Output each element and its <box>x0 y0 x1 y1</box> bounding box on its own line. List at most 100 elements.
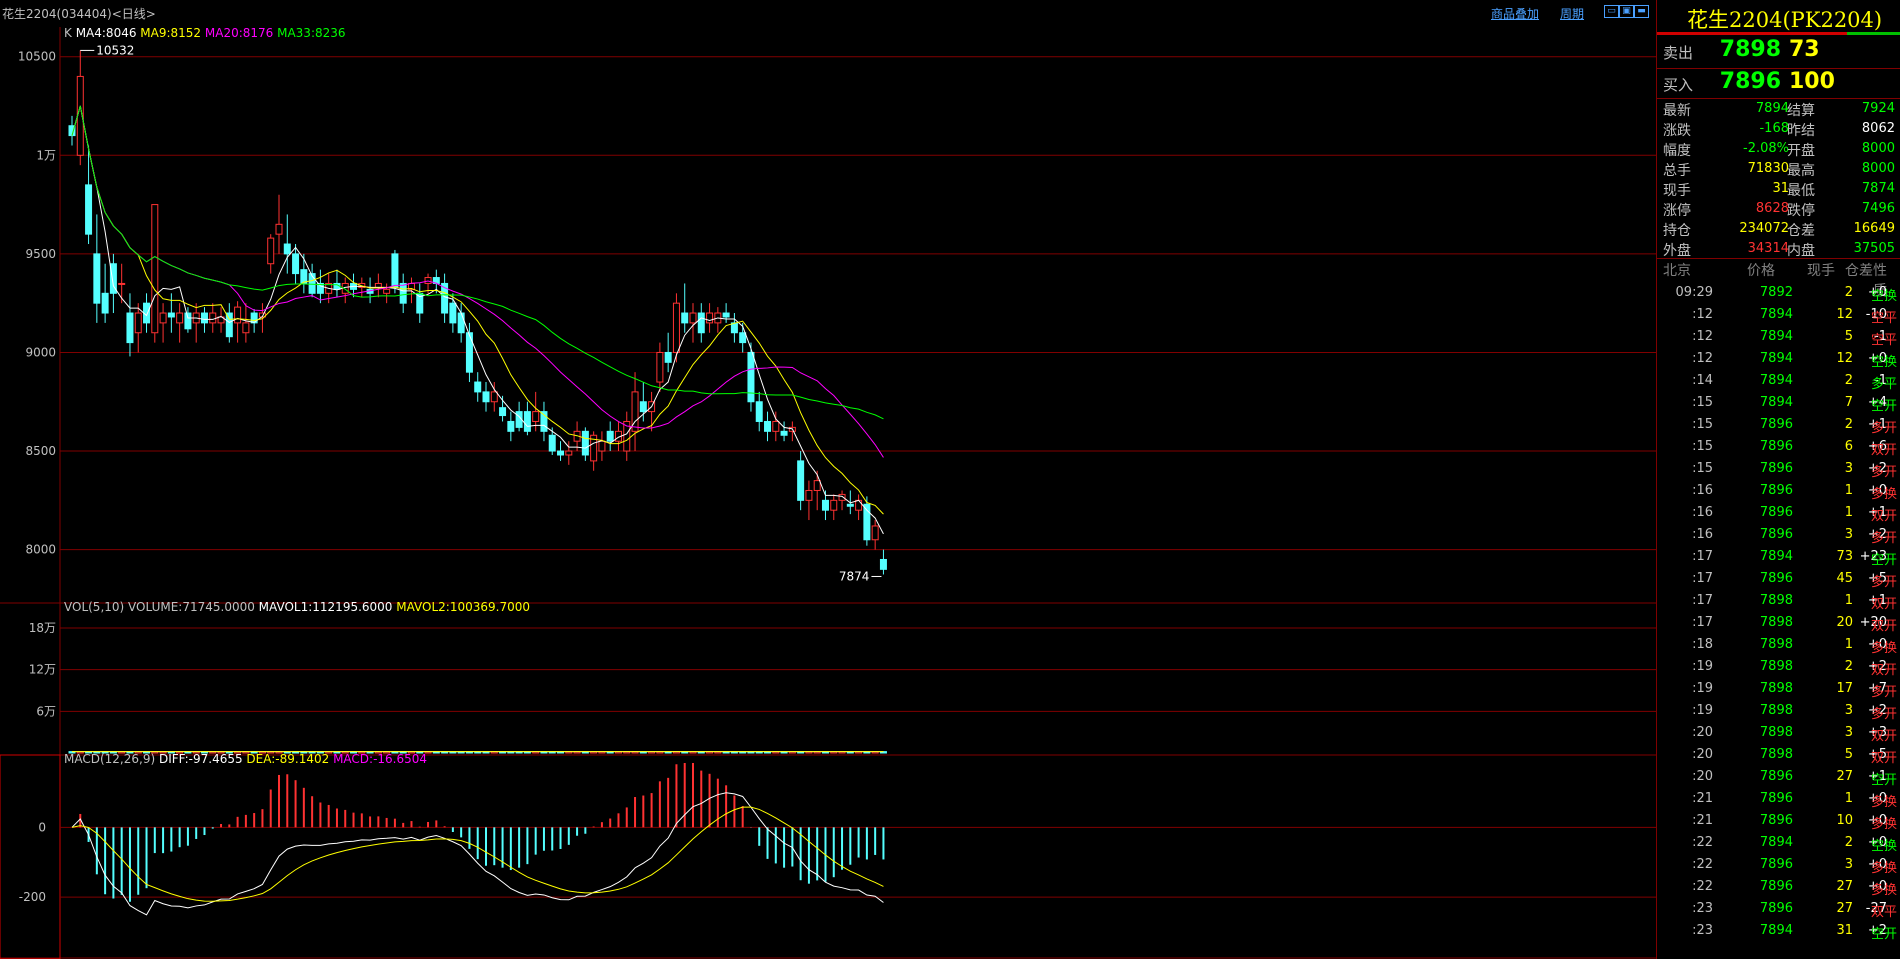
candle-body <box>871 525 879 541</box>
candle-body <box>457 312 465 334</box>
tick-hand: 12 <box>1836 351 1853 366</box>
candle-body <box>697 312 705 334</box>
candle-body <box>134 312 142 334</box>
tick-row[interactable]: :17 7898 20 +20 双开 <box>1657 612 1900 634</box>
tick-row[interactable]: :15 7894 7 +4 空开 <box>1657 392 1900 414</box>
candle-body <box>846 503 854 507</box>
tick-row[interactable]: :21 7896 1 +0 多换 <box>1657 788 1900 810</box>
candlestick-panel[interactable]: 10532 7874 <box>68 43 887 583</box>
macd-tick-label: -200 <box>19 890 46 904</box>
tick-row[interactable]: :16 7896 1 +0 多换 <box>1657 480 1900 502</box>
candle-body <box>234 306 242 324</box>
quote-label: 幅度 <box>1663 143 1691 159</box>
candle-body <box>855 499 863 511</box>
divider <box>1657 98 1900 99</box>
macd-panel[interactable] <box>71 762 885 916</box>
tick-nature: 双开 <box>1871 443 1898 458</box>
tick-row[interactable]: :21 7896 10 +0 多换 <box>1657 810 1900 832</box>
tick-row[interactable]: :23 7894 31 +2 空开 <box>1657 920 1900 942</box>
tick-nature: 多换 <box>1871 861 1898 876</box>
tick-price: 7896 <box>1759 461 1793 476</box>
tick-price: 7898 <box>1759 703 1793 718</box>
k-tick-label: 8500 <box>25 444 56 458</box>
overlay-link[interactable]: 商品叠加 <box>1491 5 1539 22</box>
tick-time: :17 <box>1692 549 1713 564</box>
candle-body <box>209 312 217 324</box>
chart-area[interactable]: 10500 1万 9500 9000 8500 8000 18万 12万 6万 0 -200 105… <box>0 27 1656 959</box>
tick-row[interactable]: :22 7896 27 +0 多换 <box>1657 876 1900 898</box>
candle-body <box>813 480 821 491</box>
tick-row[interactable]: :14 7894 2 -1 多平 <box>1657 370 1900 392</box>
tick-header-price: 价格 <box>1747 263 1775 279</box>
tick-row[interactable]: :22 7896 3 +0 多换 <box>1657 854 1900 876</box>
tick-row[interactable]: :19 7898 17 +7 多开 <box>1657 678 1900 700</box>
candle-body <box>780 430 788 436</box>
legend-item: MA9:8152 <box>140 27 205 40</box>
tick-nature: 空开 <box>1871 773 1898 788</box>
ma9-line <box>71 105 884 515</box>
tick-nature: 空平 <box>1871 311 1898 326</box>
quote-panel: 花生2204(PK2204) 卖出 7898 73 买入 7896 100 最新… <box>1656 0 1900 959</box>
tick-row[interactable]: 09:29 7892 2 +0 空换 <box>1657 282 1900 304</box>
tick-row[interactable]: :15 7896 3 +2 多开 <box>1657 458 1900 480</box>
legend-item: MAVOL1:112195.6000 <box>259 600 397 614</box>
restore-icon[interactable]: ▣ <box>1619 5 1634 18</box>
tick-row[interactable]: :18 7898 1 +0 多换 <box>1657 634 1900 656</box>
minimize-icon[interactable]: ▭ <box>1604 5 1619 18</box>
tick-row[interactable]: :22 7894 2 +0 空换 <box>1657 832 1900 854</box>
tick-row[interactable]: :20 7896 27 +1 空开 <box>1657 766 1900 788</box>
tick-nature: 双平 <box>1871 905 1898 920</box>
candle-body <box>374 282 382 288</box>
tick-row[interactable]: :17 7898 1 +1 双开 <box>1657 590 1900 612</box>
tick-time: :17 <box>1692 593 1713 608</box>
quote-label: 现手 <box>1663 183 1691 199</box>
candle-body <box>267 237 275 265</box>
candle-body <box>159 312 167 324</box>
tick-price: 7896 <box>1759 879 1793 894</box>
legend-prefix: VOL(5,10) <box>64 600 128 614</box>
tick-nature: 空开 <box>1871 553 1898 568</box>
contract-title: 花生2204(PK2204) <box>1687 8 1883 32</box>
quote-value: 8000 <box>1861 161 1895 176</box>
tick-nature: 空开 <box>1871 927 1898 942</box>
k-tick-label: 9500 <box>25 247 56 261</box>
candle-body <box>292 253 300 275</box>
tick-row[interactable]: :19 7898 3 +2 多开 <box>1657 700 1900 722</box>
vol-tick-label: 18万 <box>29 621 56 635</box>
tick-row[interactable]: :15 7896 2 +1 多开 <box>1657 414 1900 436</box>
vol-tick-label: 12万 <box>29 663 56 677</box>
quote-value: 234072 <box>1739 221 1789 236</box>
tick-time: :15 <box>1692 417 1713 432</box>
tick-row[interactable]: :20 7898 3 +3 双开 <box>1657 722 1900 744</box>
tick-header-time: 北京 <box>1663 263 1691 279</box>
tick-row[interactable]: :12 7894 5 -1 空平 <box>1657 326 1900 348</box>
tick-row[interactable]: :12 7894 12 -10 空平 <box>1657 304 1900 326</box>
tick-row[interactable]: :17 7896 45 +5 多开 <box>1657 568 1900 590</box>
tick-time: :16 <box>1692 527 1713 542</box>
tick-row[interactable]: :17 7894 73 +23 空开 <box>1657 546 1900 568</box>
sell-label: 卖出 <box>1663 44 1694 62</box>
quote-label: 外盘 <box>1663 243 1691 259</box>
candle-body <box>606 430 614 442</box>
tick-row[interactable]: :23 7896 27 -27 双平 <box>1657 898 1900 920</box>
tick-time: :15 <box>1692 439 1713 454</box>
tick-price: 7898 <box>1759 747 1793 762</box>
tick-hand: 27 <box>1836 769 1853 784</box>
tick-price: 7894 <box>1759 329 1793 344</box>
tick-row[interactable]: :12 7894 12 +0 空换 <box>1657 348 1900 370</box>
close-icon[interactable]: ▬ <box>1634 5 1649 18</box>
tick-row[interactable]: :16 7896 3 +2 多开 <box>1657 524 1900 546</box>
candle-body <box>383 288 391 294</box>
legend-item: VOLUME:71745.0000 <box>128 600 259 614</box>
tick-time: :12 <box>1692 351 1713 366</box>
tick-nature: 空换 <box>1871 289 1898 304</box>
tick-row[interactable]: :16 7896 1 +1 双开 <box>1657 502 1900 524</box>
tick-nature: 多换 <box>1871 795 1898 810</box>
tick-row[interactable]: :15 7896 6 +6 双开 <box>1657 436 1900 458</box>
candle-body <box>167 312 175 318</box>
tick-row[interactable]: :20 7898 5 +5 双开 <box>1657 744 1900 766</box>
period-link[interactable]: 周期 <box>1560 5 1584 22</box>
candle-body <box>391 253 399 288</box>
tick-time: :16 <box>1692 483 1713 498</box>
tick-row[interactable]: :19 7898 2 +2 双开 <box>1657 656 1900 678</box>
